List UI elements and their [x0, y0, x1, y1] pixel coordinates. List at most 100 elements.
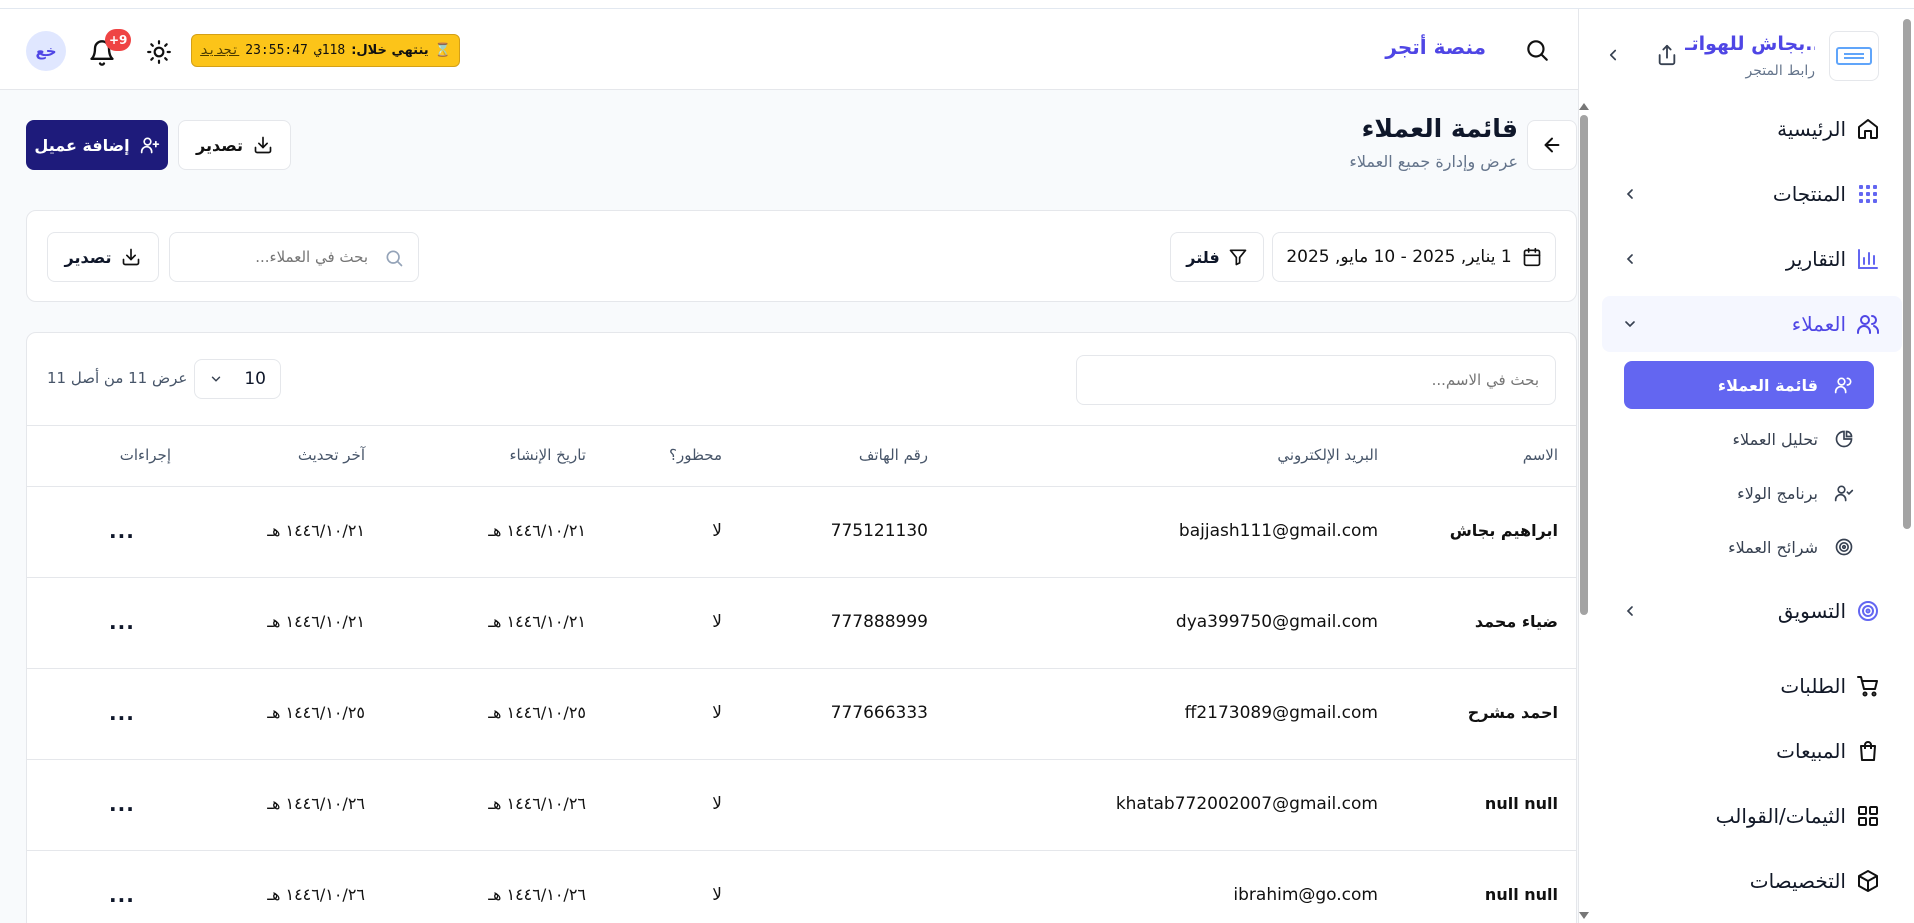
table-row: احمد مشرح ff2173089@gmail.com 777666333 … [27, 669, 1576, 760]
download-icon [254, 136, 272, 154]
date-range-picker[interactable]: 1 يناير, 2025 - 10 مايو, 2025 [1272, 232, 1556, 282]
funnel-icon [1229, 249, 1247, 266]
store-name: بجاش للهواتـ... [1685, 33, 1815, 55]
cell-name: ضياء محمد [1474, 612, 1558, 631]
row-actions-icon[interactable]: ... [109, 519, 135, 543]
column-header-created[interactable]: تاريخ الإنشاء [509, 446, 586, 464]
sidebar-item-sales[interactable]: المبيعات [1602, 723, 1902, 779]
sidebar-item-label: التخصيصات [1749, 869, 1846, 893]
target-icon [1834, 537, 1854, 557]
hourglass-icon: ⌛ [434, 43, 451, 58]
download-icon [123, 248, 140, 266]
column-header-phone[interactable]: رقم الهاتف [859, 446, 928, 464]
calendar-icon [1523, 247, 1541, 267]
table-row: ابراهيم بجاش bajjash111@gmail.com 775121… [27, 487, 1576, 578]
sidebar-scrollbar[interactable] [1578, 101, 1589, 921]
customer-search-input[interactable] [170, 233, 418, 281]
renew-link[interactable]: تجديد [200, 43, 239, 58]
sidebar-item-reports[interactable]: التقارير [1602, 231, 1902, 287]
sidebar-subitem-label: برنامج الولاء [1737, 483, 1818, 503]
cell-name: احمد مشرح [1467, 703, 1558, 722]
sidebar-subitem-customer-analysis[interactable]: تحليل العملاء [1624, 415, 1874, 463]
top-header: منصة أتجر ⌛ ينتهي خلال: 118ي 23:55:47 تج… [0, 9, 1578, 90]
table-header: الاسم البريد الإلكتروني رقم الهاتف محظور… [27, 425, 1576, 487]
table-row: null null khatab772002007@gmail.com لا ١… [27, 760, 1576, 851]
cell-banned: لا [712, 612, 722, 632]
avatar[interactable]: خع [26, 31, 66, 71]
cell-banned: لا [712, 885, 722, 905]
cell-email: dya399750@gmail.com [1175, 612, 1378, 632]
chevron-left-icon [1622, 603, 1638, 619]
results-count: عرض 11 من أصل 11 [47, 369, 188, 387]
share-icon[interactable] [1655, 43, 1679, 67]
date-range-text: 1 يناير, 2025 - 10 مايو, 2025 [1286, 247, 1512, 267]
sidebar-right-scrollbar[interactable] [1900, 9, 1914, 923]
cell-phone: 777666333 [830, 703, 928, 723]
export-button[interactable]: تصدير [178, 120, 291, 170]
chevron-left-icon [1622, 251, 1638, 267]
row-actions-icon[interactable]: ... [109, 883, 135, 907]
cell-created: ١٤٤٦/١٠/٢٦ هـ [488, 794, 586, 813]
subscription-days: 118ي [313, 43, 346, 58]
row-actions-icon[interactable]: ... [109, 610, 135, 634]
cell-updated: ١٤٤٦/١٠/٢٦ هـ [267, 794, 365, 813]
sidebar-item-label: المبيعات [1776, 739, 1846, 763]
filter-label: فلتر [1186, 247, 1220, 267]
column-header-name[interactable]: الاسم [1523, 446, 1558, 464]
page-subtitle: عرض وإدارة جميع العملاء [1349, 152, 1518, 171]
cell-banned: لا [712, 521, 722, 541]
sidebar-subitem-label: قائمة العملاء [1717, 375, 1818, 395]
cell-created: ١٤٤٦/١٠/٢١ هـ [488, 521, 586, 540]
sidebar-subitem-customer-list[interactable]: قائمة العملاء [1624, 361, 1874, 409]
customer-search-box [169, 232, 419, 282]
subscription-badge: ⌛ ينتهي خلال: 118ي 23:55:47 تجديد [191, 34, 460, 67]
name-search-input[interactable] [1077, 356, 1555, 404]
sidebar-subitem-loyalty[interactable]: برنامج الولاء [1624, 469, 1874, 517]
row-actions-icon[interactable]: ... [109, 792, 135, 816]
cell-banned: لا [712, 703, 722, 723]
user-plus-icon [140, 137, 159, 154]
sidebar-item-products[interactable]: المنتجات [1602, 166, 1902, 222]
sun-icon[interactable] [146, 39, 172, 65]
sidebar-item-home[interactable]: الرئيسية [1602, 101, 1902, 157]
customers-table-card: 10 عرض 11 من أصل 11 الاسم البريد الإلكتر… [26, 332, 1577, 923]
sidebar-item-orders[interactable]: الطلبات [1602, 658, 1902, 714]
search-icon[interactable] [1524, 37, 1550, 63]
search-icon [384, 248, 404, 268]
column-header-email[interactable]: البريد الإلكتروني [1277, 446, 1378, 464]
sidebar-item-customers[interactable]: العملاء [1602, 296, 1902, 352]
browser-top-strip [0, 0, 1914, 9]
page-title: قائمة العملاء [1361, 114, 1518, 143]
cell-created: ١٤٤٦/١٠/٢٦ هـ [488, 885, 586, 904]
add-customer-label: إضافة عميل [34, 135, 130, 155]
shopping-bag-icon [1856, 739, 1880, 763]
filter-button[interactable]: فلتر [1170, 232, 1264, 282]
cell-phone: 775121130 [830, 521, 928, 541]
cell-created: ١٤٤٦/١٠/٢٥ هـ [488, 703, 586, 722]
sidebar-subitem-segments[interactable]: شرائح العملاء [1624, 523, 1874, 571]
back-button[interactable] [1527, 120, 1577, 170]
cell-updated: ١٤٤٦/١٠/٢١ هـ [267, 612, 365, 631]
column-header-banned[interactable]: محظور؟ [669, 446, 722, 464]
collapse-chevron-icon[interactable] [1601, 43, 1625, 67]
box-icon [1856, 869, 1880, 893]
sidebar-item-themes[interactable]: الثيمات/القوالب [1602, 788, 1902, 844]
page-size-select[interactable]: 10 [194, 359, 281, 399]
column-header-updated[interactable]: آخر تحديث [298, 446, 365, 464]
cell-updated: ١٤٤٦/١٠/٢١ هـ [267, 521, 365, 540]
row-actions-icon[interactable]: ... [109, 701, 135, 725]
filter-export-button[interactable]: تصدير [47, 232, 159, 282]
filter-bar: 1 يناير, 2025 - 10 مايو, 2025 فلتر تصدير [26, 210, 1577, 302]
cell-email: ibrahim@go.com [1233, 885, 1378, 905]
page-size-value: 10 [244, 369, 266, 389]
sidebar-item-marketing[interactable]: التسويق [1602, 583, 1902, 639]
add-customer-button[interactable]: إضافة عميل [26, 120, 168, 170]
cell-updated: ١٤٤٦/١٠/٢٥ هـ [267, 703, 365, 722]
home-icon [1856, 117, 1880, 141]
cell-email: ff2173089@gmail.com [1184, 703, 1378, 723]
sidebar-item-customizations[interactable]: التخصيصات [1602, 853, 1902, 909]
brand-name[interactable]: منصة أتجر [1385, 35, 1486, 59]
store-link-label[interactable]: رابط المتجر [1745, 63, 1815, 79]
grid-icon [1856, 804, 1880, 828]
users-icon [1856, 312, 1880, 336]
